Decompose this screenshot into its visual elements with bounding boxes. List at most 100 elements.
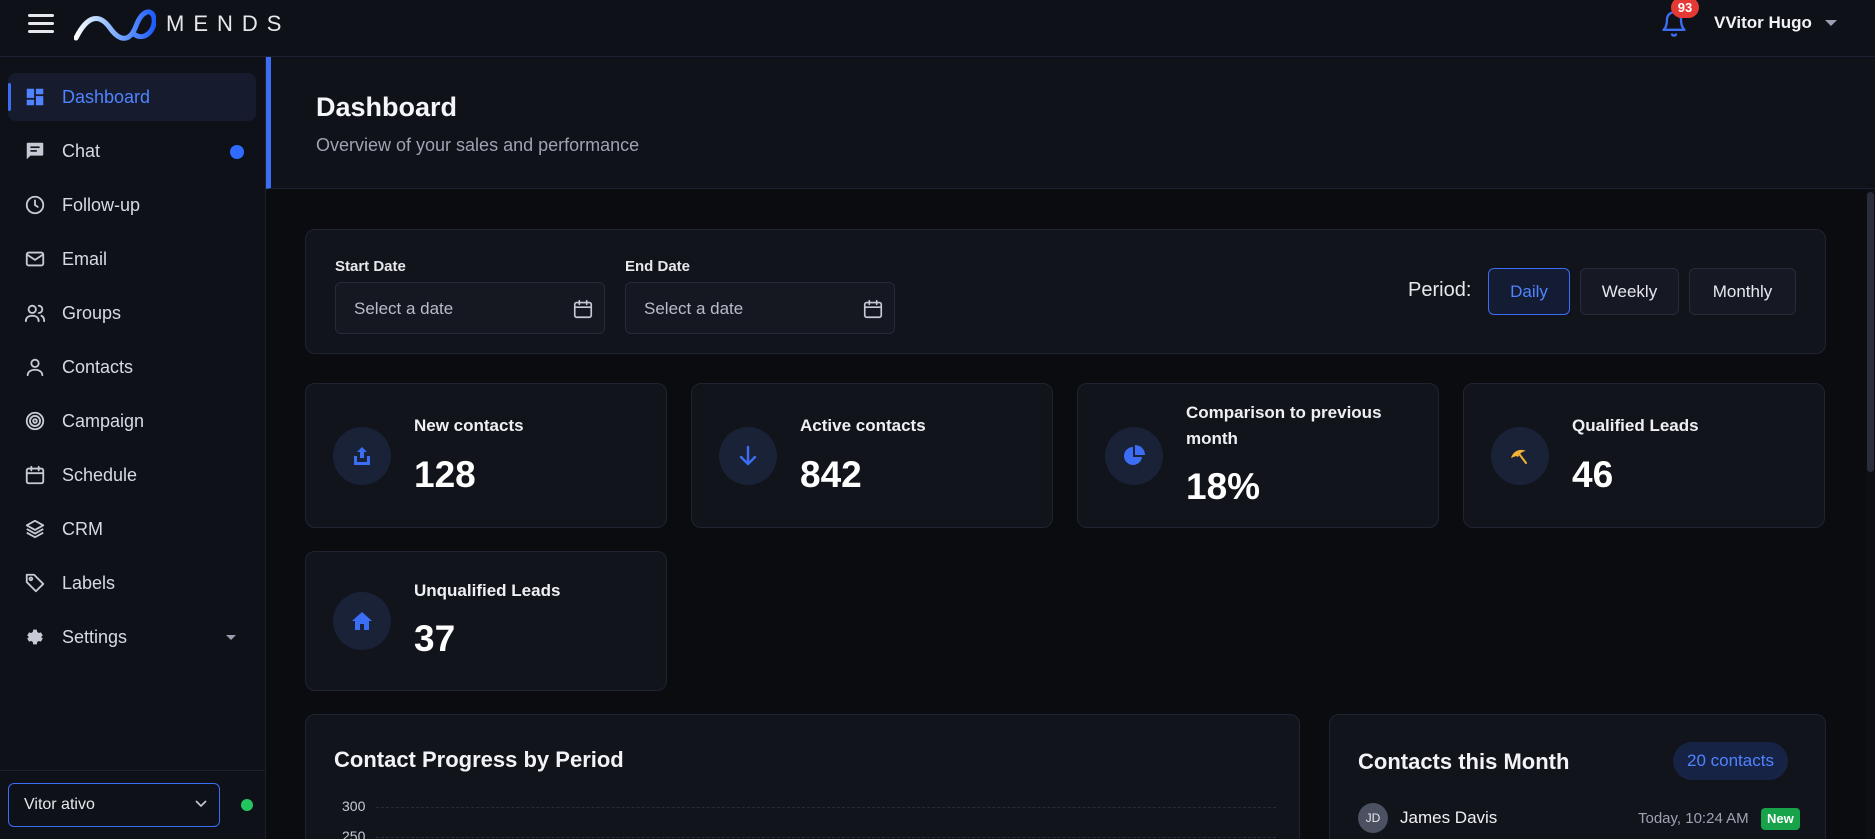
logo-text: MENDS (166, 11, 291, 36)
chevron-down-icon[interactable] (1825, 20, 1837, 26)
start-date-label: Start Date (335, 258, 406, 275)
y-axis-tick-label: 250 (342, 828, 366, 839)
layers-icon (25, 519, 45, 539)
user-menu[interactable]: VVitor Hugo (1714, 13, 1812, 33)
chat-icon (26, 142, 44, 160)
umbrella-icon (1511, 449, 1527, 464)
stat-card-unqualified-leads: Unqualified Leads 37 (305, 551, 667, 691)
stat-card-active-contacts: Active contacts 842 (691, 383, 1053, 528)
sidebar-item-settings[interactable]: Settings (8, 613, 256, 661)
sidebar-item-chat[interactable]: Chat (8, 127, 256, 175)
end-date-input[interactable]: Select a date (625, 282, 895, 334)
sidebar-item-dashboard[interactable]: Dashboard (8, 73, 256, 121)
sidebar-item-label: Settings (62, 627, 128, 647)
chart-grid-line (376, 837, 1276, 838)
stat-label: Comparison to previous month (1186, 403, 1382, 448)
sidebar-item-label: CRM (62, 519, 103, 539)
stat-label: Qualified Leads (1572, 416, 1699, 435)
sidebar-item-schedule[interactable]: Schedule (8, 451, 256, 499)
arrow-down-icon (739, 445, 757, 466)
contact-name: James Davis (1400, 808, 1498, 827)
dashboard-icon (26, 88, 44, 106)
sidebar-item-groups[interactable]: Groups (8, 289, 256, 337)
target-icon (25, 411, 45, 431)
stat-card-new-contacts: New contacts 128 (305, 383, 667, 528)
avatar: JD (1358, 803, 1388, 833)
sidebar-item-label: Schedule (62, 465, 138, 485)
stat-value: 18% (1186, 466, 1261, 507)
user-icon (26, 358, 44, 377)
stat-icon-wrap (1491, 427, 1549, 485)
calendar-icon (25, 465, 45, 485)
contact-progress-chart-card: Contact Progress by Period 300 250 (305, 714, 1300, 839)
end-date-label: End Date (625, 258, 691, 275)
logo-icon (74, 9, 156, 41)
sidebar-item-label: Chat (62, 141, 101, 161)
stat-icon-wrap (333, 592, 391, 650)
stat-label: Unqualified Leads (414, 581, 561, 600)
date-filter-card: Start Date Select a date End Date Select… (305, 229, 1826, 354)
sidebar-item-campaign[interactable]: Campaign (8, 397, 256, 445)
stat-icon-wrap (333, 427, 391, 485)
logo[interactable]: MENDS (74, 2, 290, 46)
stat-label: Active contacts (800, 416, 926, 435)
start-date-input[interactable]: Select a date (335, 282, 605, 334)
sidebar-item-labels[interactable]: Labels (8, 559, 256, 607)
stat-value: 128 (414, 454, 476, 495)
sidebar-item-label: Email (62, 249, 108, 269)
page-subtitle: Overview of your sales and performance (316, 135, 640, 155)
sidebar: Dashboard Chat Follow-up Email Groups Co… (0, 57, 266, 839)
status-select-value: Vitor ativo (24, 796, 95, 813)
period-daily-button[interactable]: Daily (1488, 268, 1570, 315)
top-bar: MENDS 93 VVitor Hugo (0, 0, 1875, 57)
chart-grid-line (376, 807, 1276, 808)
period-weekly-button[interactable]: Weekly (1580, 268, 1679, 315)
calendar-icon (573, 299, 593, 319)
contacts-count-pill[interactable]: 20 contacts (1673, 742, 1788, 780)
menu-icon[interactable] (28, 14, 54, 34)
unread-dot (230, 145, 244, 159)
calendar-icon (863, 299, 883, 319)
sidebar-item-label: Campaign (62, 411, 145, 431)
online-status-dot (241, 799, 253, 811)
stat-card-comparison: Comparison to previous month 18% (1077, 383, 1439, 528)
contacts-card-title: Contacts this Month (1358, 749, 1570, 774)
gear-icon (27, 629, 43, 645)
status-badge: New (1761, 808, 1800, 830)
period-monthly-button[interactable]: Monthly (1689, 268, 1796, 315)
sidebar-item-label: Dashboard (62, 87, 151, 107)
sidebar-item-email[interactable]: Email (8, 235, 256, 283)
chevron-down-icon (195, 800, 207, 808)
clock-icon (25, 195, 45, 215)
sidebar-item-label: Groups (62, 303, 122, 323)
contact-time: Today, 10:24 AM (1638, 810, 1749, 827)
home-icon (352, 612, 372, 630)
period-label: Period: (1408, 279, 1472, 301)
notification-badge: 93 (1671, 0, 1699, 18)
stat-card-qualified-leads: Qualified Leads 46 (1463, 383, 1825, 528)
sidebar-item-contacts[interactable]: Contacts (8, 343, 256, 391)
page-title: Dashboard (316, 92, 458, 122)
sidebar-item-follow-up[interactable]: Follow-up (8, 181, 256, 229)
stat-icon-wrap (1105, 427, 1163, 485)
stat-value: 37 (414, 618, 456, 659)
page-header: Dashboard Overview of your sales and per… (266, 57, 1875, 189)
sidebar-item-label: Labels (62, 573, 116, 593)
tag-icon (25, 573, 45, 593)
end-date-placeholder: Select a date (644, 299, 744, 318)
stat-value: 46 (1572, 454, 1614, 495)
status-select[interactable]: Vitor ativo (8, 783, 220, 827)
chevron-down-icon (226, 635, 236, 640)
users-icon (24, 304, 46, 323)
stat-icon-wrap (719, 427, 777, 485)
pie-chart-icon (1124, 445, 1145, 465)
y-axis-tick-label: 300 (342, 798, 366, 814)
sidebar-divider (0, 770, 266, 771)
share-icon (354, 447, 370, 465)
sidebar-item-label: Follow-up (62, 195, 141, 215)
stat-value: 842 (800, 454, 862, 495)
start-date-placeholder: Select a date (354, 299, 454, 318)
scrollbar-thumb[interactable] (1867, 192, 1874, 472)
sidebar-item-label: Contacts (62, 357, 134, 377)
sidebar-item-crm[interactable]: CRM (8, 505, 256, 553)
